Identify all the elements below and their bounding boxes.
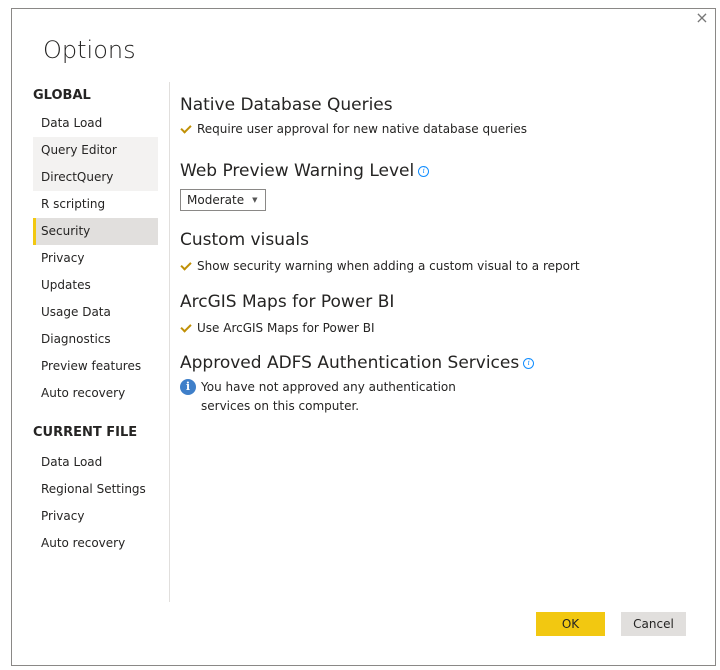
sidebar-item-directquery[interactable]: DirectQuery <box>33 164 158 191</box>
sidebar-item-file-data-load[interactable]: Data Load <box>33 449 158 476</box>
info-icon[interactable]: i <box>523 357 535 369</box>
warning-level-value: Moderate <box>187 193 245 207</box>
adfs-message-line2: services on this computer. <box>201 399 360 413</box>
warning-level-dropdown[interactable]: Moderate ▼ <box>180 189 267 211</box>
chevron-down-icon: ▼ <box>252 196 258 204</box>
custom-visuals-title: Custom visuals <box>180 230 309 250</box>
native-db-approval-option[interactable]: Require user approval for new native dat… <box>180 120 690 138</box>
cancel-button[interactable]: Cancel <box>621 612 686 636</box>
sidebar-item-auto-recovery[interactable]: Auto recovery <box>33 380 158 407</box>
sidebar-item-file-privacy[interactable]: Privacy <box>33 503 158 530</box>
adfs-title-text: Approved ADFS Authentication Services <box>180 353 520 373</box>
adfs-info-message: i You have not approved any authenticati… <box>180 378 690 416</box>
sidebar-item-file-auto-recovery[interactable]: Auto recovery <box>33 530 158 557</box>
arcgis-option[interactable]: Use ArcGIS Maps for Power BI <box>180 319 690 337</box>
sidebar-divider <box>169 82 170 602</box>
sidebar-item-preview-features[interactable]: Preview features <box>33 353 158 380</box>
custom-visual-warning-label: Show security warning when adding a cust… <box>197 259 580 273</box>
dialog-title: Options <box>43 36 136 64</box>
checkmark-icon[interactable] <box>180 322 192 334</box>
web-preview-title-text: Web Preview Warning Level <box>180 161 415 181</box>
sidebar-item-regional-settings[interactable]: Regional Settings <box>33 476 158 503</box>
custom-visual-warning-option[interactable]: Show security warning when adding a cust… <box>180 257 690 275</box>
sidebar-item-privacy[interactable]: Privacy <box>33 245 158 272</box>
sidebar-item-updates[interactable]: Updates <box>33 272 158 299</box>
sidebar-item-diagnostics[interactable]: Diagnostics <box>33 326 158 353</box>
sidebar: GLOBAL Data Load Query Editor DirectQuer… <box>33 85 158 557</box>
close-icon[interactable]: × <box>693 9 711 27</box>
native-db-approval-label: Require user approval for new native dat… <box>197 122 527 136</box>
security-settings-panel: Native Database Queries Require user app… <box>180 85 690 416</box>
info-icon[interactable]: i <box>418 165 430 177</box>
global-heading: GLOBAL <box>33 88 91 103</box>
info-circle-icon: i <box>180 379 196 395</box>
arcgis-option-label: Use ArcGIS Maps for Power BI <box>197 321 375 335</box>
adfs-message-line1: You have not approved any authentication <box>201 380 456 394</box>
sidebar-item-r-scripting[interactable]: R scripting <box>33 191 158 218</box>
ok-button[interactable]: OK <box>536 612 605 636</box>
native-db-title: Native Database Queries <box>180 95 393 115</box>
checkmark-icon[interactable] <box>180 260 192 272</box>
sidebar-item-data-load[interactable]: Data Load <box>33 110 158 137</box>
checkmark-icon[interactable] <box>180 123 192 135</box>
current-file-heading: CURRENT FILE <box>33 425 138 440</box>
adfs-title: Approved ADFS Authentication Services i <box>180 350 690 376</box>
sidebar-item-query-editor[interactable]: Query Editor <box>33 137 158 164</box>
sidebar-item-security[interactable]: Security <box>33 218 158 245</box>
sidebar-item-usage-data[interactable]: Usage Data <box>33 299 158 326</box>
arcgis-title: ArcGIS Maps for Power BI <box>180 292 395 312</box>
web-preview-title: Web Preview Warning Level i <box>180 158 690 184</box>
